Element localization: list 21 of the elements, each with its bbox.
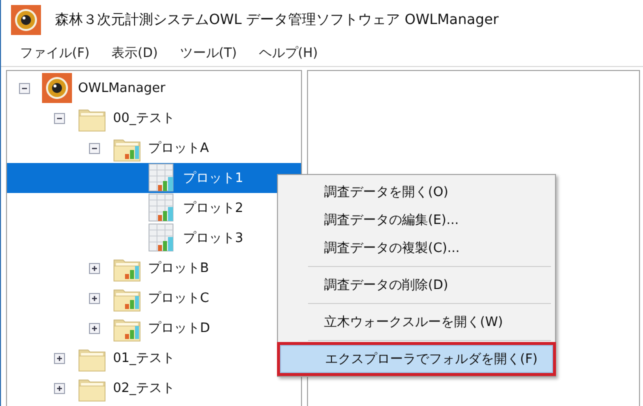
collapse-toggle[interactable]	[54, 112, 65, 124]
menu-item[interactable]: ファイル(F)	[11, 41, 99, 65]
expand-toggle[interactable]	[54, 352, 65, 364]
menu-item[interactable]: 表示(D)	[102, 41, 167, 65]
expand-toggle[interactable]	[89, 292, 100, 304]
menu-item[interactable]: ヘルプ(H)	[250, 41, 327, 65]
tree-item[interactable]: プロット1	[7, 163, 301, 193]
expand-toggle[interactable]	[89, 262, 100, 274]
context-menu-item[interactable]: エクスプローラでフォルダを開く(F)	[280, 345, 553, 373]
tree-item[interactable]: 02_テスト	[7, 373, 301, 403]
menu-item[interactable]: ツール(T)	[170, 41, 246, 65]
tree-item[interactable]: 00_テスト	[7, 103, 301, 133]
owl-eye-icon	[11, 5, 41, 35]
collapse-toggle[interactable]	[89, 142, 100, 154]
expand-toggle[interactable]	[54, 382, 65, 394]
expand-toggle[interactable]	[89, 322, 100, 334]
owl-eye-icon	[42, 73, 72, 103]
collapse-toggle[interactable]	[19, 82, 30, 94]
tree-item[interactable]: OWLManager	[7, 73, 301, 103]
tree-item[interactable]: プロットA	[7, 133, 301, 163]
window-title: 森林３次元計測システムOWL データ管理ソフトウェア OWLManager	[55, 11, 499, 29]
